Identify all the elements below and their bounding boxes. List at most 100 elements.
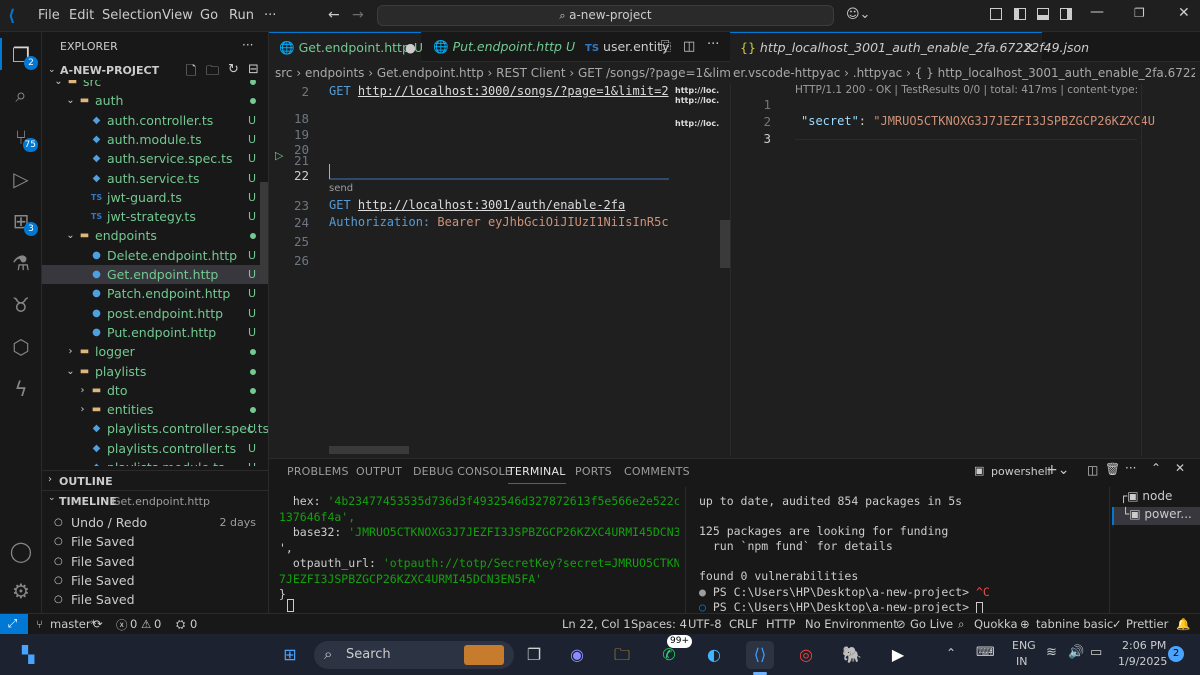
more-actions-icon[interactable]: ··· <box>242 38 253 52</box>
extensions-icon[interactable]: ⊞ 3 <box>8 208 38 236</box>
remote-indicator[interactable]: ⤢ <box>0 614 28 635</box>
remote-explorer-icon[interactable]: ⬡ <box>8 334 34 360</box>
more-actions-icon[interactable]: ··· <box>1125 461 1136 475</box>
tree-item[interactable]: ⌄ ▬ playlists <box>42 362 268 381</box>
tab-get-endpoint[interactable]: 🌐 Get.endpoint.http U ● <box>269 32 423 62</box>
search-icon[interactable]: ⌕ <box>8 82 34 108</box>
branch-icon[interactable]: ⑂ <box>36 617 43 631</box>
file-explorer-icon[interactable]: 🗀 <box>608 641 636 669</box>
clock-time[interactable]: 2:06 PM <box>1122 639 1166 652</box>
keyboard-icon[interactable]: ⌨ <box>976 645 995 660</box>
command-center-search[interactable]: ⌕ a-new-project <box>377 5 834 26</box>
tab-ports[interactable]: PORTS <box>575 465 612 478</box>
tree-item[interactable]: ◆ auth.service.spec.ts U <box>42 149 268 168</box>
prettier[interactable]: Prettier <box>1126 617 1168 631</box>
terminal-shell-label[interactable]: powershell <box>991 465 1051 478</box>
run-debug-icon[interactable]: ▷ <box>8 166 34 192</box>
open-changes-icon[interactable]: ⎘ <box>661 39 671 54</box>
menu-selection[interactable]: Selection <box>102 8 162 23</box>
timeline-item[interactable]: ○ File Saved <box>42 552 268 571</box>
prettier-icon[interactable]: ✓ <box>1112 617 1122 631</box>
menu-edit[interactable]: Edit <box>69 8 94 23</box>
edge-icon[interactable]: ◐ <box>700 641 728 669</box>
account-icon[interactable]: ◯ <box>8 538 34 564</box>
tree-item[interactable]: ● Put.endpoint.http U <box>42 323 268 342</box>
copilot-icon[interactable]: ☺⌄ <box>846 7 870 22</box>
tab-comments[interactable]: COMMENTS <box>624 465 690 478</box>
end-of-line[interactable]: CRLF <box>729 617 758 631</box>
terminal-item-powershell[interactable]: └▣ power... <box>1112 507 1200 525</box>
horizontal-scrollbar[interactable] <box>329 446 409 454</box>
chevron-down-icon[interactable]: ⌄ <box>48 65 56 75</box>
language-mode[interactable]: HTTP <box>766 617 795 631</box>
toggle-secondary-sidebar-icon[interactable] <box>1060 8 1072 20</box>
more-actions-icon[interactable]: ··· <box>707 37 719 52</box>
tree-item[interactable]: ● Patch.endpoint.http U <box>42 284 268 303</box>
battery-icon[interactable]: ▭ <box>1090 645 1102 660</box>
collapse-all-icon[interactable]: ⊟ <box>248 62 259 77</box>
tree-item[interactable]: ⌄ ▬ auth <box>42 91 268 110</box>
cursor-position[interactable]: Ln 22, Col 1 <box>562 617 631 631</box>
environment[interactable]: No Environment <box>805 617 898 631</box>
media-player-icon[interactable]: ▶ <box>884 641 912 669</box>
close-tab-icon[interactable]: ✕ <box>1024 33 1034 63</box>
tree-item[interactable]: › ▬ logger <box>42 342 268 361</box>
tree-item[interactable]: ◆ playlists.controller.spec.ts U <box>42 419 268 438</box>
taskbar-search[interactable]: ⌕ Search <box>314 641 514 669</box>
restore-icon[interactable]: ❐ <box>1134 6 1145 20</box>
timeline-item[interactable]: ○ File Saved <box>42 590 268 609</box>
bull-icon[interactable]: ♉ <box>8 292 34 318</box>
clock-date[interactable]: 1/9/2025 <box>1118 655 1167 668</box>
thunder-client-icon[interactable]: ϟ <box>8 376 34 402</box>
refresh-icon[interactable]: ↻ <box>228 62 239 77</box>
testing-icon[interactable]: ⚗ <box>8 250 34 276</box>
back-arrow-icon[interactable]: ← <box>328 7 340 23</box>
language-indicator[interactable]: ENG <box>1012 639 1036 652</box>
tree-item[interactable]: TS jwt-guard.ts U <box>42 188 268 207</box>
toggle-panel-icon[interactable] <box>1037 8 1049 20</box>
tree-item[interactable]: ◆ auth.service.ts U <box>42 169 268 188</box>
timeline-item[interactable]: ○ Undo / Redo 2 days <box>42 513 268 532</box>
timeline-section[interactable]: ⌄ TIMELINE Get.endpoint.http <box>42 490 268 510</box>
menu-run[interactable]: Run <box>229 8 254 23</box>
kill-terminal-icon[interactable]: 🗑 <box>1105 462 1120 476</box>
wifi-icon[interactable]: ≋ <box>1046 645 1057 660</box>
go-live[interactable]: Go Live <box>910 617 953 631</box>
source-control-icon[interactable]: ⑂ 75 <box>8 124 38 152</box>
editor-left[interactable]: 2 GET http://localhost:3000/songs/?page=1… <box>269 84 730 456</box>
tab-put-endpoint[interactable]: 🌐 Put.endpoint.http U <box>423 32 575 62</box>
ports-icon[interactable]: ⛭ <box>176 617 185 632</box>
menu-more[interactable]: ··· <box>264 8 276 23</box>
menu-view[interactable]: View <box>162 8 193 23</box>
region-indicator[interactable]: IN <box>1016 655 1027 668</box>
tab-output[interactable]: OUTPUT <box>356 465 402 478</box>
warning-count[interactable]: 0 <box>154 617 161 631</box>
widgets-icon[interactable]: ▚ <box>14 641 42 669</box>
maximize-panel-icon[interactable]: ⌃ <box>1151 461 1161 475</box>
tabnine-icon[interactable]: ⊕ <box>1020 617 1030 631</box>
meet-icon[interactable]: ◉ <box>563 641 591 669</box>
ports-count[interactable]: 0 <box>190 617 197 631</box>
tree-item[interactable]: ◆ playlists.controller.ts U <box>42 439 268 458</box>
close-icon[interactable]: ✕ <box>1178 5 1190 21</box>
quokka-icon[interactable]: ⌕ <box>958 617 964 632</box>
tree-item[interactable]: ● Get.endpoint.http U <box>42 265 268 284</box>
chevron-up-icon[interactable]: ⌃ <box>946 646 956 660</box>
sidebar-scrollbar[interactable] <box>260 182 268 282</box>
encoding[interactable]: UTF-8 <box>688 617 722 631</box>
forward-arrow-icon[interactable]: → <box>352 7 364 23</box>
tab-response-json[interactable]: {} http_localhost_3001_auth_enable_2fa.6… <box>730 32 1089 63</box>
tab-debug-console[interactable]: DEBUG CONSOLE <box>413 465 512 478</box>
branch-name[interactable]: master* <box>50 617 96 631</box>
go-live-icon[interactable]: ⊘ <box>896 617 906 631</box>
tree-item[interactable]: › ▬ entities <box>42 400 268 419</box>
editor-right[interactable]: HTTP/1.1 200 - OK | TestResults 0/0 | to… <box>730 84 1200 456</box>
tab-terminal[interactable]: TERMINAL <box>508 465 566 478</box>
terminal-left[interactable]: hex: '4b23477453535d736d3f4932546d327872… <box>279 494 679 614</box>
tree-item[interactable]: ⌄ ▬ endpoints <box>42 226 268 245</box>
tree-item[interactable]: ● post.endpoint.http U <box>42 304 268 323</box>
notifications-icon[interactable]: 🔔 <box>1176 617 1190 631</box>
toggle-sidebar-icon[interactable] <box>1014 8 1026 20</box>
breadcrumb-left[interactable]: src › endpoints › Get.endpoint.http › RE… <box>275 62 730 84</box>
tab-problems[interactable]: PROBLEMS <box>287 465 349 478</box>
